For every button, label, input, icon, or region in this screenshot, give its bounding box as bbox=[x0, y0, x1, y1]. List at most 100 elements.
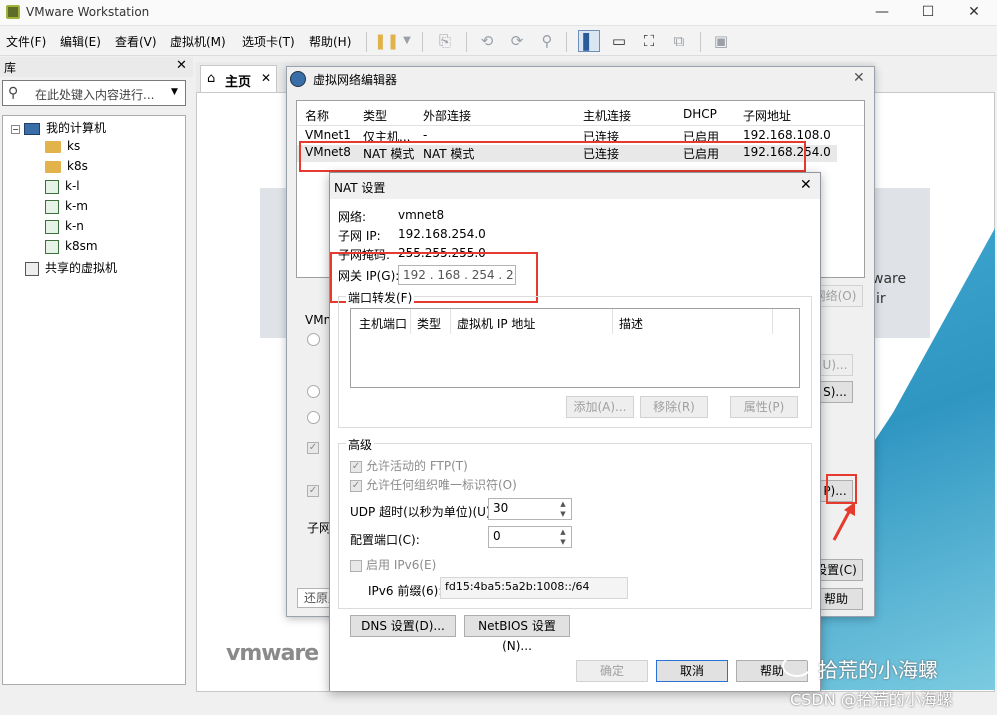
cancel-button[interactable]: 取消 bbox=[656, 660, 728, 682]
pause-icon[interactable]: ❚❚ bbox=[374, 30, 399, 52]
vm-icon bbox=[45, 239, 59, 254]
ipv6-prefix-input[interactable]: fd15:4ba5:5a2b:1008::/64 bbox=[440, 577, 628, 599]
config-port-label: 配置端口(C): bbox=[350, 533, 420, 547]
close-icon[interactable]: ✕ bbox=[261, 71, 271, 85]
tree-item[interactable]: k8sm bbox=[45, 239, 98, 259]
collapse-icon[interactable]: − bbox=[11, 125, 20, 134]
computer-icon bbox=[24, 122, 40, 135]
tree-root[interactable]: − 我的计算机 bbox=[11, 119, 106, 139]
spinner-icon[interactable]: ▲ ▼ bbox=[556, 499, 570, 519]
menu-tabs[interactable]: 选项卡(T) bbox=[242, 33, 295, 50]
nat-settings-dialog: NAT 设置 ✕ 网络: vmnet8 子网 IP: 192.168.254.0… bbox=[329, 172, 821, 691]
column-divider bbox=[772, 309, 773, 334]
netbios-settings-button[interactable]: NetBIOS 设置(N)... bbox=[464, 615, 570, 653]
subnet-label: 子网 bbox=[307, 521, 332, 535]
tree-item[interactable]: k-l bbox=[45, 179, 80, 199]
subnet-ip-label: 子网 IP: bbox=[338, 229, 381, 243]
vm-running-icon bbox=[45, 199, 59, 214]
toolbar-separator bbox=[566, 32, 567, 52]
highlight-vmnet8-row bbox=[299, 141, 806, 172]
allow-ftp-checkbox[interactable]: ✓ 允许活动的 FTP(T) bbox=[350, 457, 468, 474]
tree-item-label: k-l bbox=[65, 179, 80, 193]
library-view-icon[interactable]: ▌ bbox=[578, 30, 600, 52]
home-icon: ⌂ bbox=[207, 71, 216, 86]
maximize-icon[interactable]: ☐ bbox=[905, 0, 951, 26]
tab-home[interactable]: ⌂ 主页 ✕ bbox=[200, 65, 277, 92]
snapshot-icon[interactable]: ⟲ bbox=[476, 30, 498, 52]
ok-button[interactable]: 确定 bbox=[576, 660, 648, 682]
console-view-icon[interactable]: ▭ bbox=[608, 30, 630, 52]
port-forwarding-table[interactable]: 主机端口 类型 虚拟机 IP 地址 描述 bbox=[350, 308, 800, 388]
library-header: 库 ✕ bbox=[0, 57, 193, 77]
radio-bridged[interactable] bbox=[307, 333, 320, 346]
tree-item[interactable]: k8s bbox=[45, 159, 88, 179]
toolbar-separator bbox=[366, 32, 367, 52]
library-search-input[interactable]: ⚲ 在此处键入内容进行... ▼ bbox=[2, 80, 186, 106]
nat-u-button[interactable]: U)... bbox=[817, 354, 853, 376]
remove-port-button[interactable]: 移除(R) bbox=[640, 396, 708, 418]
enable-ipv6-checkbox[interactable]: 启用 IPv6(E) bbox=[350, 556, 436, 573]
column-divider bbox=[450, 309, 451, 334]
column-divider bbox=[612, 309, 613, 334]
tree-shared[interactable]: 共享的虚拟机 bbox=[25, 259, 117, 279]
table-cell: - bbox=[423, 128, 428, 142]
checkbox-connect-host[interactable]: ✓ bbox=[307, 442, 319, 454]
watermark-title: 拾荒的小海螺 bbox=[818, 658, 938, 682]
column-header: 主机端口 bbox=[359, 317, 408, 331]
nat-title: NAT 设置 bbox=[334, 181, 386, 195]
chevron-down-icon[interactable]: ▼ bbox=[396, 30, 418, 52]
send-keys-icon[interactable]: ⎘ bbox=[434, 30, 456, 52]
radio-host-only[interactable] bbox=[307, 411, 320, 424]
column-header: 主机连接 bbox=[583, 109, 632, 123]
network-value: vmnet8 bbox=[398, 208, 445, 222]
radio-nat[interactable] bbox=[307, 385, 320, 398]
allow-oui-label: 允许任何组织唯一标识符(O) bbox=[366, 478, 517, 492]
menu-vm[interactable]: 虚拟机(M) bbox=[170, 33, 226, 50]
network-label: 网络: bbox=[338, 210, 367, 224]
column-header: 子网地址 bbox=[743, 109, 792, 123]
add-port-button[interactable]: 添加(A)... bbox=[566, 396, 634, 418]
window-title: VMware Workstation bbox=[26, 5, 150, 19]
tree-item-label: k-m bbox=[65, 199, 88, 213]
nat-s-button[interactable]: S)... bbox=[817, 381, 853, 403]
column-divider bbox=[410, 309, 411, 334]
menu-file[interactable]: 文件(F) bbox=[6, 33, 46, 50]
table-cell: VMnet1 bbox=[305, 128, 351, 142]
tree-item[interactable]: ks bbox=[45, 139, 80, 159]
dns-settings-button[interactable]: DNS 设置(D)... bbox=[350, 615, 456, 637]
chevron-down-icon[interactable]: ▼ bbox=[171, 87, 178, 97]
fullscreen-icon[interactable]: ⛶ bbox=[638, 30, 660, 52]
red-arrow-icon bbox=[832, 502, 855, 541]
unity-icon[interactable]: ⧉ bbox=[668, 30, 690, 52]
tree-item[interactable]: k-n bbox=[45, 219, 84, 239]
library-tree: − 我的计算机 ks k8s k-l k-m k-n k8sm 共享的虚拟机 bbox=[2, 115, 186, 685]
snapshot-manager-icon[interactable]: ⚲ bbox=[536, 30, 558, 52]
allow-oui-checkbox[interactable]: ✓ 允许任何组织唯一标识符(O) bbox=[350, 476, 517, 493]
tree-item-label: k8s bbox=[67, 159, 88, 173]
check-icon: ✓ bbox=[350, 460, 362, 473]
enable-ipv6-label: 启用 IPv6(E) bbox=[366, 558, 437, 572]
close-icon[interactable]: ✕ bbox=[853, 70, 865, 86]
restore-defaults-button[interactable]: 还原默 bbox=[297, 588, 333, 608]
checkbox-dhcp[interactable]: ✓ bbox=[307, 485, 319, 497]
port-properties-button[interactable]: 属性(P) bbox=[730, 396, 798, 418]
close-icon[interactable]: ✕ bbox=[176, 58, 187, 73]
menu-view[interactable]: 查看(V) bbox=[115, 33, 157, 50]
menu-help[interactable]: 帮助(H) bbox=[309, 33, 351, 50]
revert-snapshot-icon[interactable]: ⟳ bbox=[506, 30, 528, 52]
column-header: 描述 bbox=[619, 317, 644, 331]
minimize-icon[interactable]: — bbox=[859, 0, 905, 26]
spinner-icon[interactable]: ▲ ▼ bbox=[556, 527, 570, 547]
shared-vm-icon bbox=[25, 261, 39, 276]
vm-running-icon bbox=[45, 179, 59, 194]
close-icon[interactable]: ✕ bbox=[951, 0, 997, 26]
wechat-icon bbox=[782, 655, 812, 677]
menu-edit[interactable]: 编辑(E) bbox=[60, 33, 101, 50]
close-icon[interactable]: ✕ bbox=[800, 177, 812, 193]
title-bar: VMware Workstation — ☐ ✕ bbox=[0, 0, 997, 26]
tree-item[interactable]: k-m bbox=[45, 199, 88, 219]
thumbnail-icon[interactable]: ▣ bbox=[710, 30, 732, 52]
column-header: 类型 bbox=[417, 317, 442, 331]
library-title: 库 bbox=[4, 61, 17, 75]
tree-item-label: k8sm bbox=[65, 239, 98, 253]
